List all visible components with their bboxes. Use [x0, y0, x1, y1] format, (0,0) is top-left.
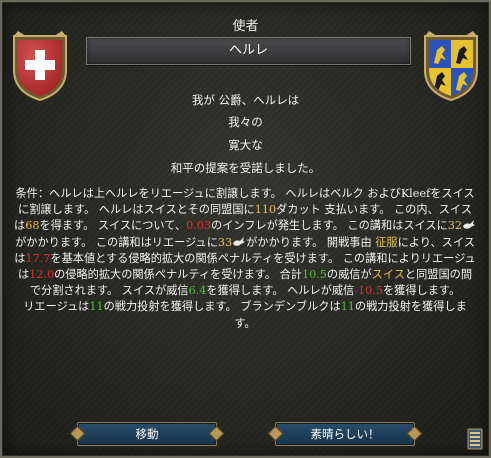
dove-icon: [233, 236, 246, 246]
gelre-shield-icon[interactable]: [421, 30, 481, 102]
message-line-2: 我々の: [228, 115, 263, 129]
move-button[interactable]: 移動: [77, 422, 217, 446]
ok-button[interactable]: 素晴らしい！: [275, 422, 415, 446]
ledger-icon[interactable]: [467, 428, 483, 450]
peace-dialog: 使者 ヘルレ 我が 公爵、ヘルレは 我々の 寛大な 和平の提案を受諾しました。 …: [0, 0, 491, 458]
country-banner: ヘルレ: [86, 37, 411, 65]
dove-icon: [462, 220, 475, 230]
message-line-4: 和平の提案を受諾しました。: [170, 161, 321, 175]
message-line-3: 寛大な: [228, 138, 263, 152]
swiss-shield-icon[interactable]: [10, 30, 70, 102]
peace-terms: 条件：ヘルレは上ヘルレをリエージュに割譲します。 ヘルレはベルク およびKlee…: [14, 187, 476, 330]
dialog-title: 使者: [232, 19, 259, 34]
message-line-1: 我が 公爵、ヘルレは: [191, 93, 300, 107]
